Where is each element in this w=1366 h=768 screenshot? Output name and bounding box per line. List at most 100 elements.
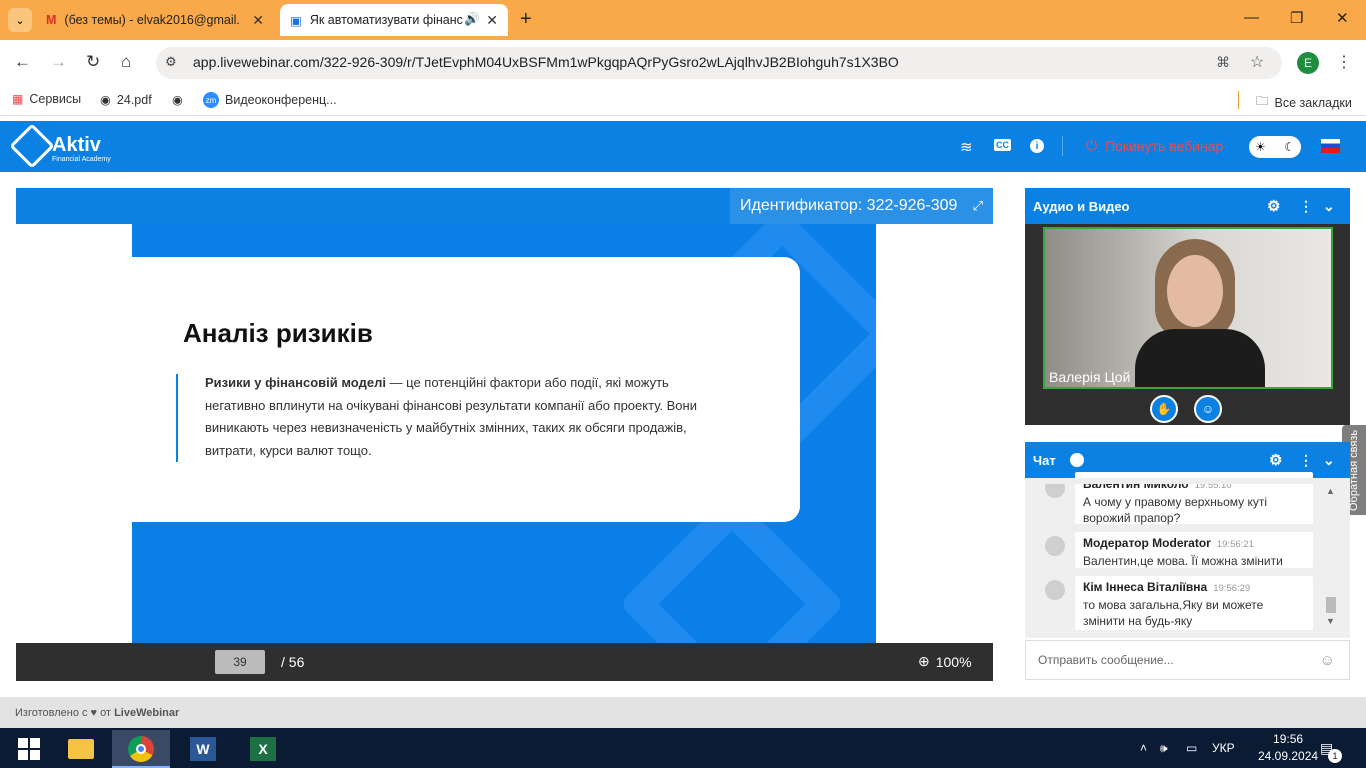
profile-avatar[interactable]: E <box>1297 52 1319 74</box>
back-button[interactable]: ← <box>14 52 31 72</box>
presenter-name: Валерія Цой <box>1049 369 1131 385</box>
theme-toggle[interactable]: ☀ ☾ <box>1249 136 1301 158</box>
bookmark-star-icon[interactable]: ☆ <box>1250 52 1264 72</box>
zoom-control[interactable]: ⊕ 100% <box>918 653 972 670</box>
logo-subtext: Financial Academy <box>52 156 111 163</box>
notification-count-badge: 1 <box>1328 749 1342 763</box>
slide-quote-bar <box>176 374 178 462</box>
apps-grid-icon: ▦ <box>12 92 24 106</box>
chevron-down-icon[interactable]: ⌄ <box>1323 452 1335 469</box>
close-window-button[interactable]: ✕ <box>1336 9 1349 27</box>
sun-icon: ☀ <box>1255 140 1266 154</box>
chat-message: Кім Іннеса Віталіївна 19:56:29 то мова за… <box>1075 576 1313 630</box>
clock[interactable]: 19:56 24.09.2024 <box>1258 732 1318 763</box>
language-indicator[interactable]: УКР <box>1212 741 1235 755</box>
translate-icon[interactable]: ⌘ <box>1216 54 1230 71</box>
avatar <box>1045 580 1065 600</box>
folder-icon: 🗀 <box>1256 94 1269 108</box>
tab-title: (без темы) - elvak2016@gmail. <box>64 13 240 27</box>
presenter-video[interactable] <box>1043 227 1333 389</box>
webinar-favicon-icon: ▣ <box>290 13 302 28</box>
reload-button[interactable]: ↻ <box>86 52 100 72</box>
globe-icon: ◉ <box>100 93 111 107</box>
page-footer: Изготовлено с ♥ от LiveWebinar <box>0 697 1366 728</box>
fullscreen-icon[interactable]: ⤢ <box>973 198 983 214</box>
settings-icon[interactable]: ⚙ <box>1267 197 1280 215</box>
menu-kebab-icon[interactable]: ⋮ <box>1336 52 1352 72</box>
home-button[interactable]: ⌂ <box>121 52 131 72</box>
smile-icon: ☺ <box>1201 402 1215 416</box>
bookmark-apps[interactable]: ▦ Сервисы <box>12 92 81 106</box>
slide-title: Аналіз ризиків <box>183 318 373 348</box>
all-bookmarks[interactable]: 🗀 Все закладки <box>1256 92 1352 113</box>
chevron-down-icon: ⌄ <box>15 14 25 27</box>
captions-icon[interactable]: CC <box>994 139 1011 151</box>
bookmark-zoom[interactable]: zm Видеоконференц... <box>203 92 337 108</box>
word-taskbar-button[interactable]: W <box>174 730 232 768</box>
start-button[interactable] <box>0 730 58 768</box>
browser-tab-webinar[interactable]: ▣ Як автоматизувати фінанс 🔊 ✕ <box>280 4 508 36</box>
word-icon: W <box>190 737 216 761</box>
chat-scrollbar[interactable] <box>1326 597 1336 613</box>
wifi-icon[interactable]: ≋ <box>960 138 973 156</box>
tab-search-button[interactable]: ⌄ <box>8 8 32 32</box>
restore-button[interactable]: ❐ <box>1290 9 1303 27</box>
chat-message: Модератор Moderator 19:56:21 Валентин,це … <box>1075 532 1313 568</box>
chrome-taskbar-button[interactable] <box>112 730 170 768</box>
folder-icon <box>68 739 94 759</box>
tray-chevron-icon[interactable]: ˄ <box>1140 741 1147 755</box>
pin-icon[interactable]: ⋮ <box>1299 198 1313 215</box>
excel-icon: X <box>250 737 276 761</box>
zoom-in-icon: ⊕ <box>918 653 930 669</box>
slide-body: Ризики у фінансовій моделі — це потенцій… <box>205 375 697 458</box>
globe-icon: ◉ <box>172 93 183 107</box>
webinar-identifier: Идентификатор: 322-926-309 ⤢ <box>730 188 993 224</box>
minimize-button[interactable]: — <box>1244 9 1259 26</box>
scroll-up-icon[interactable]: ▲ <box>1326 486 1335 496</box>
site-info-icon[interactable]: ⚙ <box>165 54 177 70</box>
close-tab-icon[interactable]: ✕ <box>486 12 498 29</box>
chat-message-input[interactable]: Отправить сообщение... ☺ <box>1025 640 1350 680</box>
bookmark-globe[interactable]: ◉ <box>172 92 183 107</box>
presentation-controls <box>16 643 993 681</box>
close-tab-icon[interactable]: ✕ <box>252 12 264 29</box>
windows-icon <box>18 738 40 760</box>
presenter-body <box>1135 329 1265 387</box>
settings-icon[interactable]: ⚙ <box>1269 451 1282 469</box>
file-explorer-button[interactable] <box>52 730 110 768</box>
pin-icon[interactable]: ⋮ <box>1299 452 1313 469</box>
language-flag-icon[interactable] <box>1321 139 1340 153</box>
raise-hand-button[interactable]: ✋ <box>1150 395 1178 423</box>
volume-icon[interactable]: 🕪 <box>1160 741 1168 756</box>
speaker-icon[interactable]: 🔊 <box>464 12 480 27</box>
user-avatar-icon <box>1069 453 1084 467</box>
zoom-icon: zm <box>203 92 219 108</box>
chat-top-fade <box>1025 478 1350 484</box>
emoji-icon[interactable]: ☺ <box>1320 652 1335 669</box>
chrome-icon <box>128 736 154 762</box>
info-icon[interactable]: i <box>1030 139 1044 153</box>
emoji-reaction-button[interactable]: ☺ <box>1194 395 1222 423</box>
battery-icon[interactable]: ▭ <box>1186 741 1197 755</box>
excel-taskbar-button[interactable]: X <box>234 730 292 768</box>
new-tab-button[interactable]: + <box>520 8 532 31</box>
avatar <box>1045 536 1065 556</box>
power-icon: ⏻ <box>1086 137 1098 153</box>
presenter-face <box>1167 255 1223 327</box>
forward-button[interactable]: → <box>50 52 67 72</box>
chevron-down-icon[interactable]: ⌄ <box>1323 198 1335 215</box>
bookmark-pdf[interactable]: ◉ 24.pdf <box>100 92 152 108</box>
page-number-input[interactable]: 39 <box>215 650 265 674</box>
footer-brand[interactable]: LiveWebinar <box>114 707 179 719</box>
av-panel-header: Аудио и Видео ⚙ ⋮ ⌄ <box>1025 188 1350 224</box>
scroll-down-icon[interactable]: ▼ <box>1326 616 1335 626</box>
divider <box>1238 91 1239 109</box>
moon-icon: ☾ <box>1284 140 1295 154</box>
url-text[interactable]: app.livewebinar.com/322-926-309/r/TJetEv… <box>193 54 899 70</box>
divider <box>1062 136 1063 156</box>
tab-title: Як автоматизувати фінанс <box>309 13 463 27</box>
browser-tab-gmail[interactable]: M (без темы) - elvak2016@gmail. ✕ <box>36 4 274 36</box>
gmail-icon: M <box>46 13 57 27</box>
total-pages: / 56 <box>281 654 305 670</box>
leave-webinar-button[interactable]: ⏻ Покинуть вебинар <box>1086 137 1223 154</box>
